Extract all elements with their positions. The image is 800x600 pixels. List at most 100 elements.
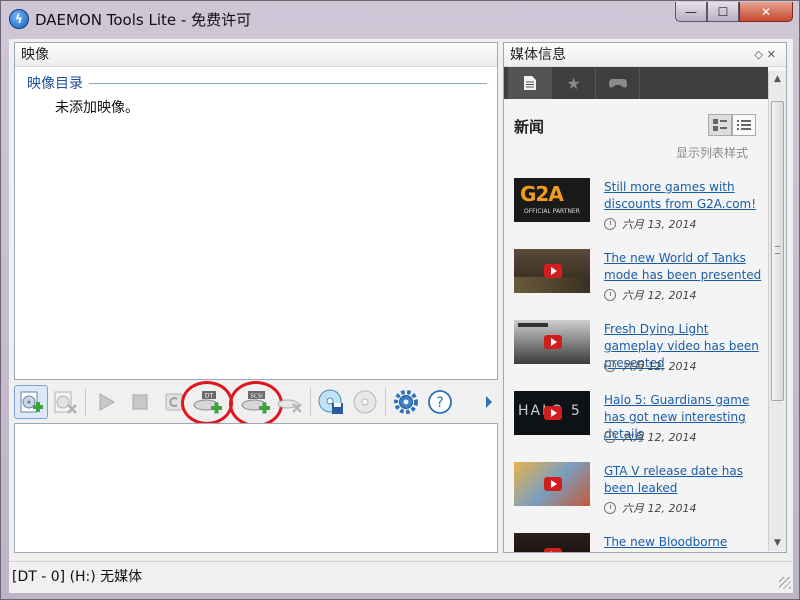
remove-image-button[interactable]: [48, 385, 82, 419]
news-thumbnail[interactable]: [514, 462, 590, 506]
toolbar-separator: [310, 388, 311, 416]
help-icon: ?: [428, 390, 452, 414]
preferences-button[interactable]: [389, 385, 423, 419]
news-title-link[interactable]: GTA V release date has been leaked: [604, 463, 762, 497]
toolbar-more-button[interactable]: [480, 385, 498, 419]
add-image-button[interactable]: [14, 385, 48, 419]
add-dt-drive-button[interactable]: DT: [181, 381, 233, 425]
news-title-link[interactable]: The new Bloodborne game: [604, 534, 762, 552]
tab-news[interactable]: [508, 67, 552, 99]
disc-save-icon: [318, 389, 343, 414]
document-icon: [523, 76, 536, 90]
scsi-badge: SCSI: [250, 394, 263, 400]
maximize-button[interactable]: ☐: [707, 2, 739, 22]
status-text: [DT - 0] (H:) 无媒体: [12, 569, 143, 585]
clock-icon: [604, 218, 616, 230]
news-thumbnail[interactable]: [514, 249, 590, 293]
news-item: Fresh Dying Light gameplay video has bee…: [514, 320, 764, 391]
youtube-play-icon: [544, 477, 562, 491]
news-title-link[interactable]: Still more games with discounts from G2A…: [604, 179, 762, 213]
news-thumbnail[interactable]: [514, 533, 590, 552]
media-tab-bar: ★: [504, 67, 768, 99]
help-button[interactable]: ?: [423, 385, 457, 419]
client-area: 映像 映像目录 未添加映像。 DT SCSI ? 媒体信息 ◇✕ ★ 新闻 显示…: [9, 39, 793, 593]
image-catalog-group: 映像目录: [27, 73, 487, 93]
youtube-play-icon: [544, 406, 562, 420]
help-glyph: ?: [436, 395, 443, 411]
daemon-tools-logo-icon[interactable]: ϟ: [9, 9, 29, 29]
clock-icon: [604, 289, 616, 301]
image-panel-header: 映像: [15, 43, 497, 67]
news-date: 六月 13, 2014: [604, 216, 696, 232]
star-icon: ★: [566, 73, 581, 93]
list-style-label[interactable]: 显示列表样式: [676, 144, 748, 161]
gamepad-icon: [608, 79, 627, 88]
news-feed: 新闻 显示列表样式 G2A OFFICIAL PARTNER Still mor…: [504, 100, 768, 552]
news-thumbnail[interactable]: [514, 320, 590, 364]
gear-icon: [394, 390, 418, 414]
image-catalog-panel: 映像 映像目录 未添加映像。: [14, 42, 498, 380]
list-view-button[interactable]: [732, 114, 756, 136]
no-images-message: 未添加映像。: [55, 100, 139, 116]
grid-view-button[interactable]: [708, 114, 732, 136]
close-button[interactable]: ✕: [739, 2, 793, 22]
tab-games[interactable]: [596, 67, 640, 99]
window-controls: — ☐ ✕: [675, 2, 793, 22]
title-bar[interactable]: ϟ DAEMON Tools Lite - 免费许可 — ☐ ✕: [1, 1, 799, 37]
refresh-icon: [165, 393, 183, 411]
virtual-drives-panel[interactable]: [14, 423, 498, 553]
media-panel-controls[interactable]: ◇✕: [754, 43, 780, 67]
remove-drive-button[interactable]: [273, 385, 307, 419]
mount-button[interactable]: [89, 385, 123, 419]
g2a-subtitle: OFFICIAL PARTNER: [524, 208, 580, 215]
youtube-play-icon: [544, 548, 562, 552]
tab-favorites[interactable]: ★: [552, 67, 596, 99]
clock-icon: [604, 431, 616, 443]
scroll-down-arrow-icon[interactable]: ▼: [769, 535, 786, 551]
scsi-drive-add-icon: SCSI: [241, 391, 270, 414]
window-title: DAEMON Tools Lite - 免费许可: [35, 11, 252, 29]
scroll-up-arrow-icon[interactable]: ▲: [769, 71, 786, 87]
news-title-link[interactable]: The new World of Tanks mode has been pre…: [604, 250, 762, 284]
media-info-panel: 媒体信息 ◇✕ ★ 新闻 显示列表样式 G2A OFFICIAL PARTNER…: [503, 42, 787, 553]
scrollbar-thumb[interactable]: [771, 101, 784, 401]
disc-icon: [353, 390, 377, 414]
news-date-text: 六月 13, 2014: [622, 218, 697, 231]
tiles-view-icon: [713, 119, 727, 131]
news-list: G2A OFFICIAL PARTNER Still more games wi…: [514, 178, 764, 552]
news-date-text: 六月 12, 2014: [622, 431, 697, 444]
media-scrollbar[interactable]: ▲ ▼: [768, 71, 786, 551]
add-image-icon: [20, 391, 43, 413]
remove-image-icon: [54, 391, 77, 414]
news-date: 六月 12, 2014: [604, 358, 696, 374]
catalog-divider: [89, 82, 487, 84]
g2a-logo: G2A: [520, 182, 564, 206]
youtube-play-icon: [544, 264, 562, 278]
main-toolbar: DT SCSI ?: [14, 381, 498, 427]
clock-icon: [604, 360, 616, 372]
minimize-button[interactable]: —: [675, 2, 707, 22]
media-panel-title: 媒体信息: [510, 47, 566, 63]
dt-badge: DT: [205, 393, 214, 400]
remove-drive-icon: [277, 399, 302, 413]
news-item: G2A OFFICIAL PARTNER Still more games wi…: [514, 178, 764, 249]
image-catalog-label[interactable]: 映像目录: [27, 73, 83, 93]
news-thumbnail[interactable]: HALO 5: [514, 391, 590, 435]
stop-button[interactable]: [123, 385, 157, 419]
news-date: 六月 12, 2014: [604, 500, 696, 516]
youtube-play-icon: [544, 335, 562, 349]
eject-button[interactable]: [157, 385, 191, 419]
news-item: The new World of Tanks mode has been pre…: [514, 249, 764, 320]
media-panel-header: 媒体信息 ◇✕: [504, 43, 786, 67]
add-scsi-drive-button[interactable]: SCSI: [229, 381, 283, 427]
toolbar-separator: [385, 388, 386, 416]
news-date-text: 六月 12, 2014: [622, 289, 697, 302]
app-window: ϟ DAEMON Tools Lite - 免费许可 — ☐ ✕ 映像 映像目录…: [0, 0, 800, 600]
news-item: HALO 5 Halo 5: Guardians game has got ne…: [514, 391, 764, 462]
news-date: 六月 12, 2014: [604, 429, 696, 445]
burn-disc-button[interactable]: [348, 385, 382, 419]
write-image-button[interactable]: [314, 385, 348, 419]
resize-grip-icon[interactable]: [779, 577, 791, 589]
news-thumbnail[interactable]: G2A OFFICIAL PARTNER: [514, 178, 590, 222]
news-heading: 新闻: [514, 118, 545, 136]
